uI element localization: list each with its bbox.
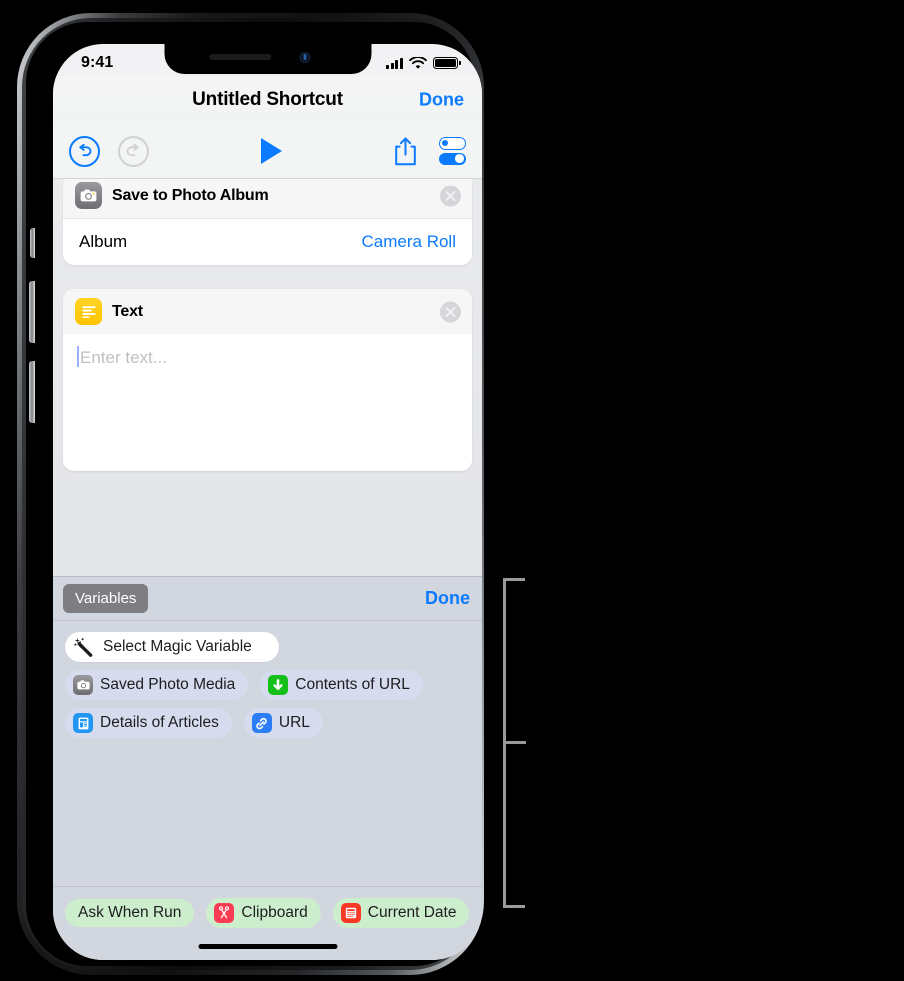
shortcut-settings-button[interactable] — [439, 137, 466, 165]
action-parameter-album[interactable]: Album Camera Roll — [63, 218, 472, 265]
action-card-text[interactable]: Text Enter text... — [63, 289, 472, 471]
variable-chip-ask-when-run[interactable]: Ask When Run — [65, 898, 195, 927]
magic-variables-list: Select Magic Variable Saved Photo Media … — [53, 621, 482, 738]
nav-done-button[interactable]: Done — [419, 90, 464, 111]
variable-chip-label: Ask When Run — [78, 903, 182, 921]
close-circle-icon — [445, 190, 456, 201]
text-lines-icon — [75, 298, 102, 325]
close-circle-icon — [445, 306, 456, 317]
run-shortcut-button[interactable] — [261, 138, 282, 164]
download-arrow-icon — [268, 675, 289, 695]
variable-chip-label: Saved Photo Media — [100, 676, 236, 693]
variable-chip-contents-of-url[interactable]: Contents of URL — [260, 670, 423, 700]
variable-chip-details-of-articles[interactable]: Details of Articles — [65, 708, 232, 738]
variable-chip-label: Current Date — [367, 903, 457, 921]
action-header: Save to Photo Album — [63, 179, 472, 218]
share-button[interactable] — [394, 137, 417, 166]
redo-button[interactable] — [118, 135, 149, 167]
redo-icon — [126, 143, 139, 156]
phone-device-frame: 9:41 Untitled Shortcut Done Save to Phot… — [17, 13, 484, 975]
battery-full-icon — [433, 57, 461, 69]
action-list[interactable]: Save to Photo Album Album Camera Roll Te… — [53, 179, 482, 576]
variables-tab-button[interactable]: Variables — [63, 584, 149, 613]
screenshot-root: 9:41 Untitled Shortcut Done Save to Phot… — [0, 0, 904, 981]
action-card-save-to-photo-album[interactable]: Save to Photo Album Album Camera Roll — [63, 179, 472, 265]
text-input-placeholder: Enter text... — [80, 348, 167, 367]
bracket-top-arm — [503, 578, 525, 581]
earpiece-speaker-icon — [209, 54, 272, 60]
variable-chip-label: Contents of URL — [295, 676, 410, 693]
settings-toggle-bottom-icon — [439, 152, 466, 165]
keyboard-accessory-bar: Variables Done — [53, 576, 482, 621]
page-title: Untitled Shortcut — [192, 89, 343, 110]
camera-icon — [75, 182, 102, 209]
toolbar-actions-group — [394, 137, 466, 166]
variables-content: Select Magic Variable Saved Photo Media … — [53, 621, 482, 960]
action-header: Text — [63, 289, 472, 334]
text-input-field[interactable]: Enter text... — [63, 334, 472, 471]
accessory-done-button[interactable]: Done — [425, 588, 470, 609]
phone-screen: 9:41 Untitled Shortcut Done Save to Phot… — [53, 44, 482, 960]
callout-bracket-icon — [503, 578, 539, 908]
parameter-label: Album — [79, 232, 128, 251]
parameter-value[interactable]: Camera Roll — [362, 232, 456, 252]
undo-button[interactable] — [69, 135, 100, 167]
mute-switch-button[interactable] — [30, 228, 35, 258]
volume-down-button[interactable] — [29, 361, 35, 423]
remove-action-button[interactable] — [440, 185, 461, 206]
front-camera-icon — [299, 52, 311, 63]
document-icon — [73, 713, 93, 733]
undo-icon — [79, 143, 92, 156]
variable-chip-current-date[interactable]: Current Date — [332, 897, 470, 928]
link-icon — [251, 713, 272, 733]
variable-chip-clipboard[interactable]: Clipboard — [206, 897, 321, 928]
toolbar-history-group — [69, 135, 149, 167]
variable-chip-label: Clipboard — [241, 903, 308, 921]
magic-wand-icon — [74, 638, 93, 657]
camera-icon — [73, 675, 93, 695]
bracket-middle-tick — [506, 741, 526, 744]
home-indicator[interactable] — [198, 943, 337, 949]
variables-panel: Variables Done Select Magic Variable Sav… — [53, 576, 482, 960]
settings-toggle-top-icon — [439, 137, 466, 150]
action-title: Text — [112, 302, 143, 320]
variable-chip-label: URL — [278, 714, 310, 731]
action-title: Save to Photo Album — [112, 186, 269, 204]
status-bar-indicators — [386, 56, 461, 70]
navigation-bar: Untitled Shortcut Done — [53, 76, 482, 124]
text-cursor — [77, 346, 79, 367]
display-notch — [164, 44, 371, 74]
bracket-bottom-arm — [503, 905, 525, 908]
select-magic-variable-label: Select Magic Variable — [103, 638, 252, 655]
scissors-icon — [214, 902, 235, 923]
calendar-icon — [340, 902, 361, 923]
variable-chip-url[interactable]: URL — [243, 708, 323, 738]
wifi-icon — [409, 56, 427, 69]
variable-chip-label: Details of Articles — [100, 714, 219, 731]
variable-chip-saved-photo-media[interactable]: Saved Photo Media — [65, 670, 249, 700]
signal-bars-icon — [386, 57, 403, 69]
select-magic-variable-button[interactable]: Select Magic Variable — [65, 632, 279, 662]
volume-up-button[interactable] — [29, 281, 35, 343]
remove-action-button[interactable] — [440, 301, 461, 322]
status-bar-clock: 9:41 — [81, 54, 114, 71]
editor-toolbar — [53, 124, 482, 179]
